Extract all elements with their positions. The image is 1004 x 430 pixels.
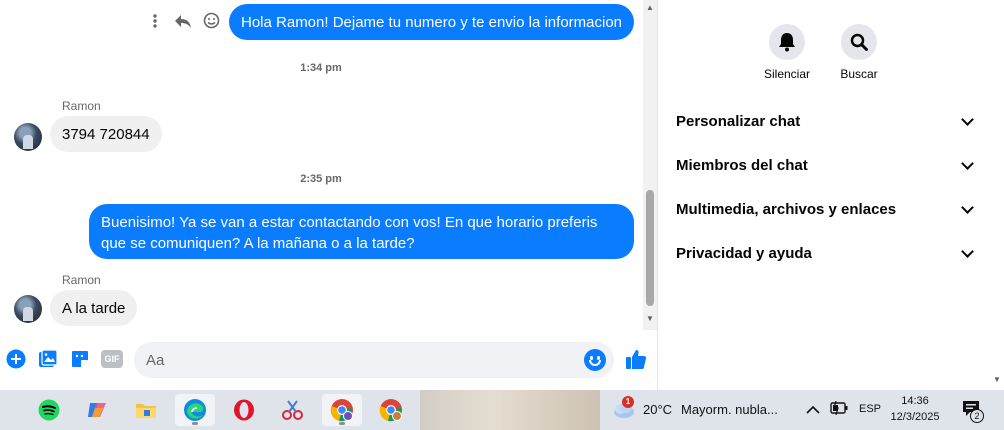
section-privacy-help[interactable]: Privacidad y ayuda xyxy=(676,241,976,265)
sticker-icon[interactable] xyxy=(69,348,91,370)
windows-taskbar: 1 20°C Mayorm. nubla... ESP 14:36 12/3/2… xyxy=(0,390,1004,430)
section-label: Miembros del chat xyxy=(676,156,808,174)
gif-label: GIF xyxy=(101,350,123,368)
taskbar-wallpaper xyxy=(420,390,600,430)
section-media-files-links[interactable]: Multimedia, archivos y enlaces xyxy=(676,197,976,221)
scroll-down-arrow[interactable]: ▼ xyxy=(645,314,655,323)
mute-button[interactable]: Silenciar xyxy=(747,24,827,81)
chevron-up-icon[interactable] xyxy=(806,402,820,420)
notifications-count: 2 xyxy=(970,409,984,423)
emoji-icon[interactable] xyxy=(584,349,606,371)
react-emoji-icon[interactable] xyxy=(202,12,220,29)
more-options-icon[interactable] xyxy=(146,13,164,29)
reply-icon[interactable] xyxy=(174,13,192,29)
outgoing-message[interactable]: Buenisimo! Ya se van a estar contactando… xyxy=(89,204,634,259)
notifications-icon[interactable]: 2 xyxy=(962,400,984,423)
chat-scrollbar[interactable]: ▲ ▼ xyxy=(643,0,657,330)
avatar[interactable] xyxy=(14,123,42,151)
message-input[interactable]: Aa xyxy=(134,342,614,378)
side-panel-scrollbar[interactable]: ▼ xyxy=(990,0,1004,390)
clock[interactable]: 14:36 12/3/2025 xyxy=(880,393,950,425)
chrome-icon[interactable] xyxy=(371,394,411,426)
message-input-placeholder: Aa xyxy=(146,352,165,369)
weather-widget[interactable]: 1 xyxy=(610,396,636,422)
search-button[interactable]: Buscar xyxy=(819,24,899,81)
chevron-down-icon xyxy=(961,244,974,258)
mute-label: Silenciar xyxy=(763,67,811,81)
clock-date: 12/3/2025 xyxy=(890,411,940,423)
opera-icon[interactable] xyxy=(224,394,264,426)
weather-temperature[interactable]: 20°C xyxy=(643,402,672,417)
sender-name: Ramon xyxy=(62,273,101,287)
chat-pane: Hola Ramon! Dejame tu numero y te envio … xyxy=(0,0,658,390)
app-window: Hola Ramon! Dejame tu numero y te envio … xyxy=(0,0,1004,430)
message-list[interactable]: Hola Ramon! Dejame tu numero y te envio … xyxy=(0,0,642,330)
file-explorer-icon[interactable] xyxy=(126,394,166,426)
copilot-icon[interactable] xyxy=(77,394,117,426)
bell-icon xyxy=(769,24,805,60)
add-more-icon[interactable] xyxy=(5,348,27,370)
running-indicator xyxy=(192,422,198,425)
attach-image-icon[interactable] xyxy=(37,348,59,370)
message-composer: GIF Aa xyxy=(0,338,658,384)
spotify-icon[interactable] xyxy=(29,394,69,426)
clock-time: 14:36 xyxy=(901,395,929,407)
section-customize-chat[interactable]: Personalizar chat xyxy=(676,109,976,133)
thumbs-up-icon[interactable] xyxy=(625,348,647,370)
outgoing-message[interactable]: Hola Ramon! Dejame tu numero y te envio … xyxy=(229,4,634,40)
battery-icon[interactable] xyxy=(830,400,848,420)
snipping-tool-icon[interactable] xyxy=(273,394,313,426)
section-chat-members[interactable]: Miembros del chat xyxy=(676,153,976,177)
chevron-down-icon xyxy=(961,156,974,170)
edge-icon[interactable] xyxy=(175,394,215,426)
scroll-up-arrow[interactable]: ▲ xyxy=(645,3,655,12)
conversation-details-panel: Silenciar Buscar Personalizar chat Miemb… xyxy=(659,0,990,390)
sender-name: Ramon xyxy=(62,99,101,113)
section-label: Personalizar chat xyxy=(676,112,801,130)
chrome-profile-icon[interactable] xyxy=(322,394,362,426)
chevron-down-icon xyxy=(961,112,974,126)
message-timestamp: 2:35 pm xyxy=(300,173,342,185)
search-label: Buscar xyxy=(840,67,878,81)
incoming-message[interactable]: A la tarde xyxy=(50,290,138,326)
message-timestamp: 1:34 pm xyxy=(300,62,342,74)
message-actions xyxy=(146,12,220,29)
weather-description[interactable]: Mayorm. nubla... xyxy=(681,402,778,417)
scroll-down-arrow[interactable]: ▼ xyxy=(992,375,1002,384)
weather-alert-badge: 1 xyxy=(622,396,634,408)
section-label: Multimedia, archivos y enlaces xyxy=(676,200,897,218)
gif-icon[interactable]: GIF xyxy=(100,348,124,370)
running-indicator xyxy=(339,422,345,425)
avatar[interactable] xyxy=(14,295,42,323)
scroll-thumb[interactable] xyxy=(646,190,654,306)
incoming-message[interactable]: 3794 720844 xyxy=(50,116,162,152)
language-indicator[interactable]: ESP xyxy=(859,403,881,415)
search-icon xyxy=(841,24,877,60)
chevron-down-icon xyxy=(961,200,974,214)
section-label: Privacidad y ayuda xyxy=(676,244,812,262)
task-view-icon[interactable] xyxy=(0,394,6,426)
